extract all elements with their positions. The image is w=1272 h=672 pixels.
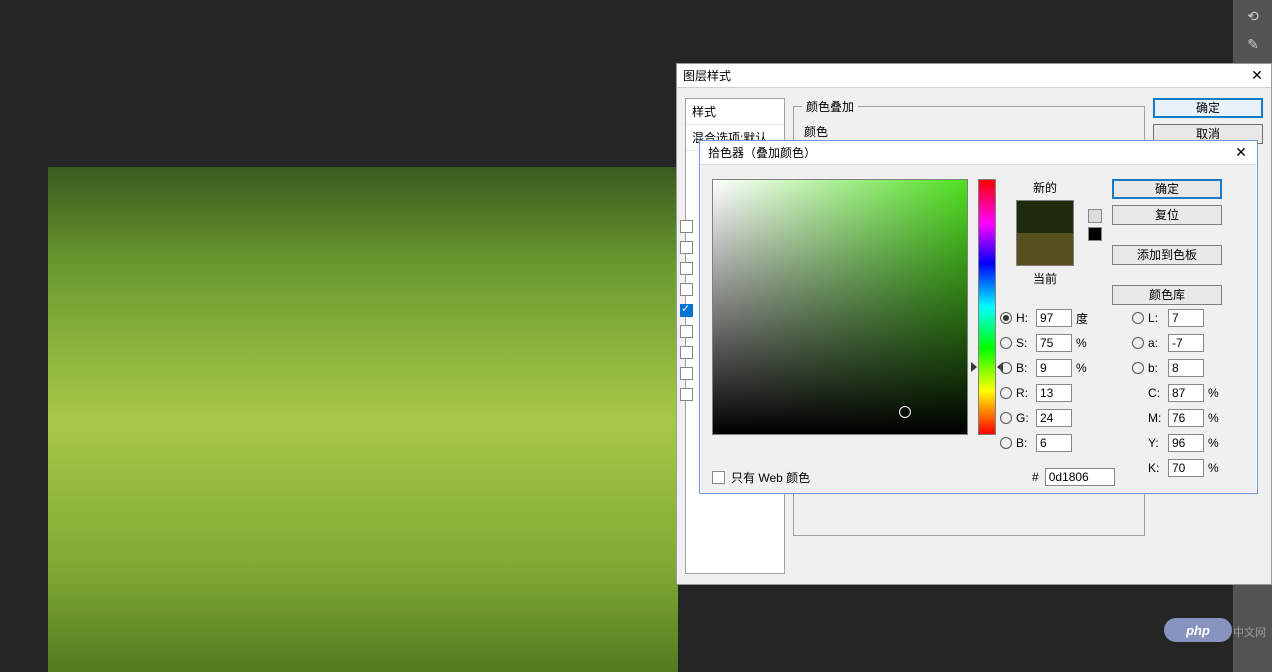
y-unit: % xyxy=(1208,436,1224,450)
a-radio[interactable] xyxy=(1132,337,1144,349)
gamut-warning-icon[interactable] xyxy=(1088,209,1102,223)
k-unit: % xyxy=(1208,461,1224,475)
m-input[interactable] xyxy=(1168,409,1204,427)
g-input[interactable] xyxy=(1036,409,1072,427)
brush-icon[interactable]: ✎ xyxy=(1238,32,1268,56)
b-radio[interactable] xyxy=(1000,362,1012,374)
color-swatch[interactable] xyxy=(1016,200,1074,266)
c-input[interactable] xyxy=(1168,384,1204,402)
history-icon[interactable]: ⟲ xyxy=(1238,4,1268,28)
color-picker-titlebar[interactable]: 拾色器（叠加颜色） ✕ xyxy=(700,141,1257,165)
close-icon[interactable]: ✕ xyxy=(1233,145,1249,161)
b-unit: % xyxy=(1076,361,1092,375)
hex-input[interactable] xyxy=(1045,468,1115,486)
h-label: H: xyxy=(1016,311,1032,325)
effects-checkbox-column xyxy=(680,212,698,409)
php-watermark: php xyxy=(1164,618,1232,642)
k-label: K: xyxy=(1148,461,1164,475)
section-legend: 颜色叠加 xyxy=(802,98,858,115)
b-input[interactable] xyxy=(1036,359,1072,377)
b2-radio[interactable] xyxy=(1000,437,1012,449)
lab-b-radio[interactable] xyxy=(1132,362,1144,374)
layer-style-titlebar[interactable]: 图层样式 ✕ xyxy=(677,64,1271,88)
effect-check[interactable] xyxy=(680,283,693,296)
effect-check[interactable] xyxy=(680,220,693,233)
effect-check[interactable] xyxy=(680,346,693,359)
h-input[interactable] xyxy=(1036,309,1072,327)
hue-slider[interactable] xyxy=(978,179,996,435)
k-input[interactable] xyxy=(1168,459,1204,477)
a-label: a: xyxy=(1148,336,1164,350)
s-label: S: xyxy=(1016,336,1032,350)
new-color-swatch xyxy=(1017,201,1073,233)
h-radio[interactable] xyxy=(1000,312,1012,324)
hsbrgb-column: H: 度 S:% B:% R: G: B: xyxy=(1000,308,1092,478)
s-input[interactable] xyxy=(1036,334,1072,352)
layer-style-ok-button[interactable]: 确定 xyxy=(1153,98,1263,118)
b2-label: B: xyxy=(1016,436,1032,450)
effect-check[interactable] xyxy=(680,241,693,254)
effect-check[interactable] xyxy=(680,367,693,380)
cn-watermark: 中文网 xyxy=(1233,624,1266,640)
r-radio[interactable] xyxy=(1000,387,1012,399)
effect-check-color-overlay[interactable] xyxy=(680,304,693,317)
document-canvas[interactable] xyxy=(48,167,678,672)
sv-cursor[interactable] xyxy=(899,406,911,418)
s-radio[interactable] xyxy=(1000,337,1012,349)
websafe-icon[interactable] xyxy=(1088,227,1102,241)
m-label: M: xyxy=(1148,411,1164,425)
l-radio[interactable] xyxy=(1132,312,1144,324)
g-label: G: xyxy=(1016,411,1032,425)
current-color-swatch xyxy=(1017,233,1073,265)
a-input[interactable] xyxy=(1168,334,1204,352)
hex-prefix: # xyxy=(1032,470,1039,484)
r-input[interactable] xyxy=(1036,384,1072,402)
web-only-label: 只有 Web 颜色 xyxy=(731,469,810,486)
saturation-value-field[interactable] xyxy=(712,179,968,435)
effect-check[interactable] xyxy=(680,325,693,338)
close-icon[interactable]: ✕ xyxy=(1249,68,1265,84)
color-picker-ok-button[interactable]: 确定 xyxy=(1112,179,1222,199)
current-color-label: 当前 xyxy=(1006,270,1084,287)
lab-b-label: b: xyxy=(1148,361,1164,375)
web-only-checkbox[interactable] xyxy=(712,471,725,484)
section-sub: 颜色 xyxy=(804,123,1136,140)
l-input[interactable] xyxy=(1168,309,1204,327)
b2-input[interactable] xyxy=(1036,434,1072,452)
c-label: C: xyxy=(1148,386,1164,400)
color-picker-reset-button[interactable]: 复位 xyxy=(1112,205,1222,225)
h-unit: 度 xyxy=(1076,310,1092,327)
labcmyk-column: L: a: b: C:% M:% Y:% K:% xyxy=(1132,308,1224,478)
color-picker-title: 拾色器（叠加颜色） xyxy=(708,144,1233,161)
b-label: B: xyxy=(1016,361,1032,375)
y-label: Y: xyxy=(1148,436,1164,450)
effect-check[interactable] xyxy=(680,388,693,401)
add-to-swatches-button[interactable]: 添加到色板 xyxy=(1112,245,1222,265)
effect-check[interactable] xyxy=(680,262,693,275)
s-unit: % xyxy=(1076,336,1092,350)
y-input[interactable] xyxy=(1168,434,1204,452)
g-radio[interactable] xyxy=(1000,412,1012,424)
new-color-label: 新的 xyxy=(1006,179,1084,196)
layer-style-title: 图层样式 xyxy=(683,67,1249,84)
hue-indicator-left xyxy=(971,362,977,372)
lab-b-input[interactable] xyxy=(1168,359,1204,377)
c-unit: % xyxy=(1208,386,1224,400)
l-label: L: xyxy=(1148,311,1164,325)
styles-header: 样式 xyxy=(686,99,784,125)
color-libraries-button[interactable]: 颜色库 xyxy=(1112,285,1222,305)
r-label: R: xyxy=(1016,386,1032,400)
web-only-row: 只有 Web 颜色 xyxy=(712,469,810,486)
m-unit: % xyxy=(1208,411,1224,425)
